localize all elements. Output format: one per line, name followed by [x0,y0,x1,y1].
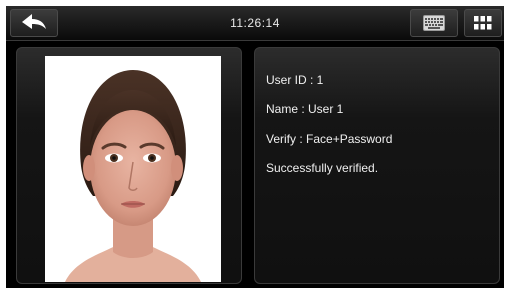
verification-info-panel: User ID : 1 Name : User 1 Verify : Face+… [254,47,500,284]
back-button[interactable] [10,9,58,37]
photo-panel [16,47,242,284]
user-id-text: User ID : 1 [266,73,324,87]
top-bar: 11:26:14 [6,6,504,41]
verification-status-text: Successfully verified. [266,161,379,175]
menu-button[interactable] [464,9,502,37]
verify-mode-text: Verify : Face+Password [266,132,393,146]
user-name-text: Name : User 1 [266,102,344,116]
back-arrow-icon [22,14,46,29]
face-portrait-image [45,56,221,282]
user-face-photo [45,56,221,282]
keyboard-button[interactable] [410,9,458,37]
grid-menu-icon [474,16,492,30]
keyboard-icon [423,15,445,31]
device-screen: 11:26:14 User ID: 1 Name: User 1 Verif… [6,6,504,288]
